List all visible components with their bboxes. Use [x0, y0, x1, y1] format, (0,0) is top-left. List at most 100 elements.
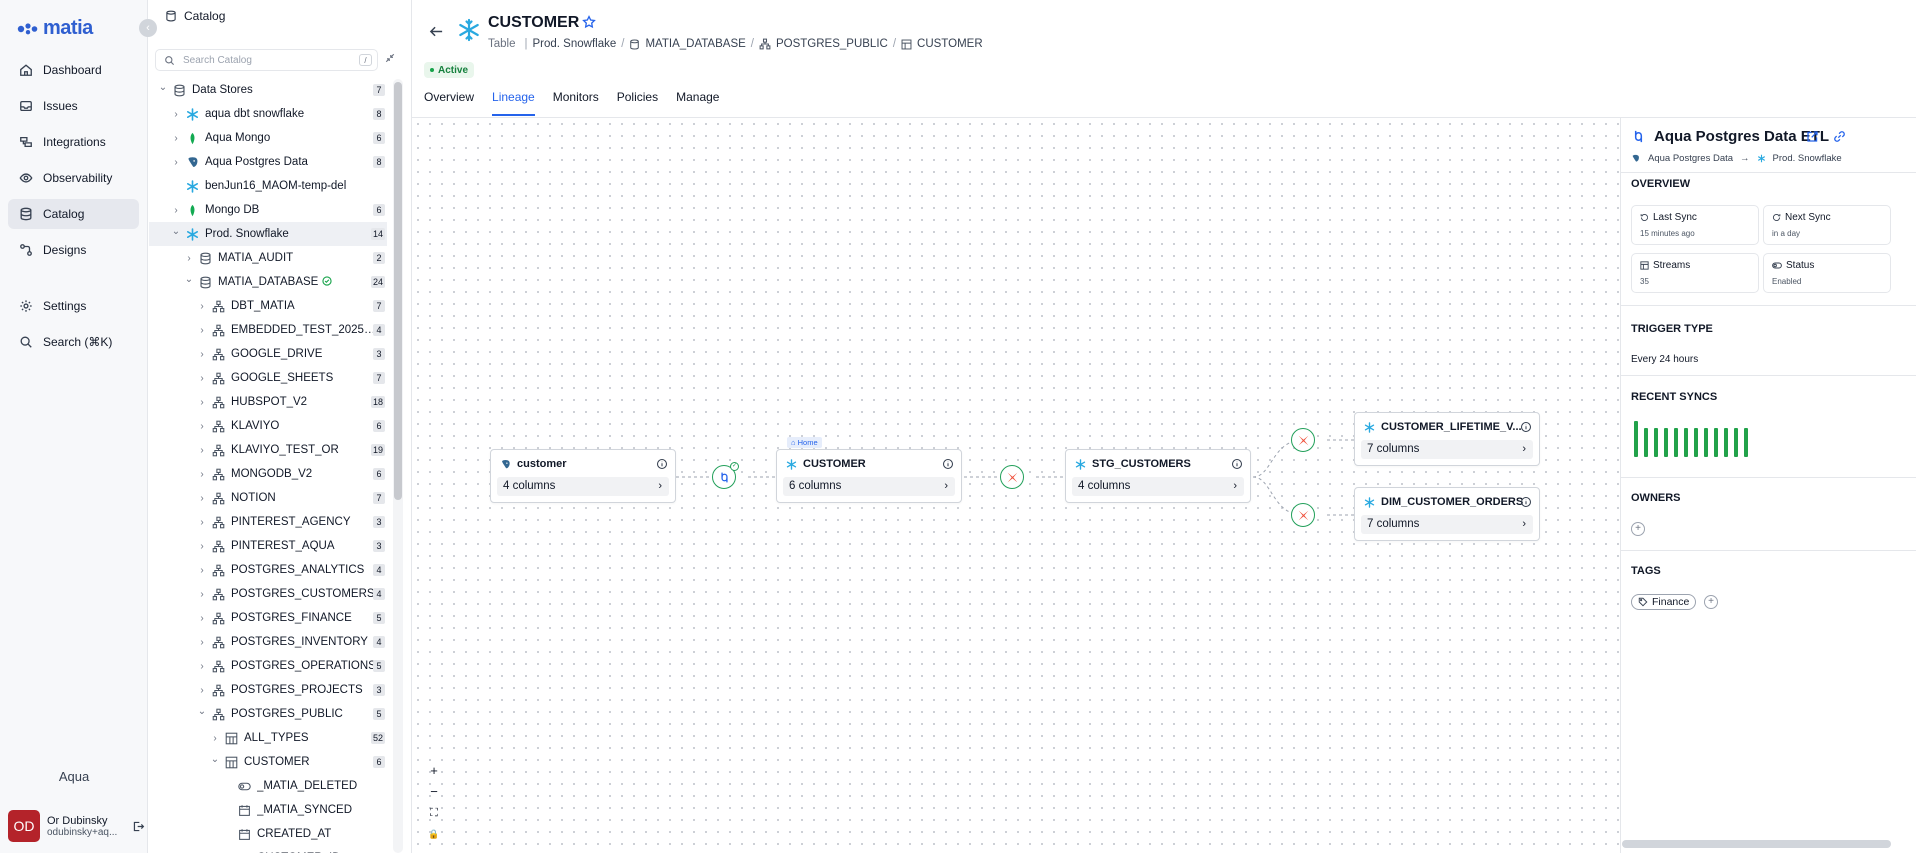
nav-issues[interactable]: Issues [8, 91, 139, 121]
chevron-right-icon[interactable]: › [197, 661, 207, 672]
chevron-right-icon[interactable]: › [197, 373, 207, 384]
chevron-right-icon[interactable]: › [197, 349, 207, 360]
tree-scrollbar[interactable] [393, 79, 403, 853]
tree-item[interactable]: _MATIA_SYNCED [149, 798, 387, 822]
chevron-right-icon[interactable]: › [171, 109, 181, 120]
add-owner-button[interactable]: + [1631, 522, 1645, 536]
chevron-right-icon[interactable]: › [210, 733, 220, 744]
columns-expand-button[interactable]: 4 columns › [497, 477, 669, 496]
sync-bar[interactable] [1744, 428, 1748, 457]
sync-bar[interactable] [1714, 428, 1718, 457]
nav-search[interactable]: Search (⌘K) [8, 327, 139, 357]
tree-item[interactable]: › aqua dbt snowflake 8 [149, 102, 387, 126]
tag-chip[interactable]: Finance [1631, 594, 1697, 610]
chevron-down-icon[interactable]: ⌄ [210, 754, 220, 765]
crumb-database[interactable]: MATIA_DATABASE [645, 38, 745, 50]
tree-item[interactable]: ⌄ Prod. Snowflake 14 [149, 222, 387, 246]
matia-logo[interactable]: matia [17, 17, 93, 40]
lineage-node-customer[interactable]: customer 4 columns › [490, 449, 676, 503]
external-link-icon[interactable] [1806, 130, 1819, 143]
info-icon[interactable] [1231, 458, 1243, 470]
catalog-search[interactable]: / [155, 49, 378, 71]
chevron-right-icon[interactable]: › [171, 133, 181, 144]
link-icon[interactable] [1833, 130, 1846, 143]
tree-item[interactable]: › MATIA_AUDIT 2 [149, 246, 387, 270]
tree-item[interactable]: › PINTEREST_AGENCY 3 [149, 510, 387, 534]
add-tag-button[interactable]: + [1704, 595, 1718, 609]
info-icon[interactable] [656, 458, 668, 470]
tree-item[interactable]: › GOOGLE_DRIVE 3 [149, 342, 387, 366]
sync-bar[interactable] [1634, 421, 1638, 457]
chevron-right-icon[interactable]: › [197, 517, 207, 528]
zoom-out-button[interactable]: − [426, 785, 442, 801]
chevron-right-icon[interactable]: › [171, 205, 181, 216]
chevron-down-icon[interactable]: ⌄ [158, 82, 168, 93]
chevron-down-icon[interactable]: ⌄ [171, 226, 181, 237]
tree-item[interactable]: ⌄ MATIA_DATABASE 24 [149, 270, 387, 294]
columns-expand-button[interactable]: 4 columns › [1072, 477, 1244, 496]
tree-item[interactable]: › POSTGRES_ANALYTICS 4 [149, 558, 387, 582]
crumb-schema[interactable]: POSTGRES_PUBLIC [776, 38, 888, 50]
collapse-sidebar-button[interactable]: ‹ [139, 19, 157, 37]
tree-item[interactable]: ⌄ POSTGRES_PUBLIC 5 [149, 702, 387, 726]
chevron-right-icon[interactable]: › [197, 613, 207, 624]
search-input[interactable] [183, 54, 353, 66]
tree-item[interactable]: › POSTGRES_PROJECTS 3 [149, 678, 387, 702]
workspace-name[interactable]: Aqua [0, 769, 148, 784]
tree-item[interactable]: CUSTOMER_ID [149, 846, 387, 853]
chevron-right-icon[interactable]: › [197, 397, 207, 408]
sync-bar[interactable] [1654, 428, 1658, 457]
tree-item[interactable]: › Mongo DB 6 [149, 198, 387, 222]
lineage-node-customer-home[interactable]: CUSTOMER 6 columns › [776, 449, 962, 503]
sync-bar[interactable] [1684, 428, 1688, 457]
chevron-right-icon[interactable]: › [197, 325, 207, 336]
sync-bar[interactable] [1694, 428, 1698, 457]
chevron-right-icon[interactable]: › [197, 301, 207, 312]
tree-item[interactable]: › Aqua Mongo 6 [149, 126, 387, 150]
tree-item[interactable]: › POSTGRES_OPERATIONS 5 [149, 654, 387, 678]
info-icon[interactable] [1520, 421, 1532, 433]
user-profile[interactable]: OD Or Dubinsky odubinsky+aq... [8, 810, 145, 842]
tab-policies[interactable]: Policies [617, 84, 658, 116]
favorite-star-icon[interactable] [582, 15, 596, 29]
sync-bar[interactable] [1724, 428, 1728, 457]
lock-button[interactable]: 🔒 [426, 827, 442, 843]
tree-item[interactable]: › GOOGLE_SHEETS 7 [149, 366, 387, 390]
nav-integrations[interactable]: Integrations [8, 127, 139, 157]
chevron-right-icon[interactable]: › [197, 589, 207, 600]
tree-item[interactable]: › DBT_MATIA 7 [149, 294, 387, 318]
tree-item[interactable]: ⌄ Data Stores 7 [149, 78, 387, 102]
nav-settings[interactable]: Settings [8, 291, 139, 321]
tab-monitors[interactable]: Monitors [553, 84, 599, 116]
etl-sync-node[interactable]: ✓ [712, 462, 739, 489]
columns-expand-button[interactable]: 7 columns › [1361, 440, 1533, 459]
tree-item[interactable]: _MATIA_DELETED [149, 774, 387, 798]
collapse-all-icon[interactable] [384, 52, 396, 64]
sync-bar[interactable] [1664, 428, 1668, 457]
fit-view-button[interactable]: ⛶ [426, 806, 442, 822]
tree-item[interactable]: › KLAVIYO 6 [149, 414, 387, 438]
tree-item[interactable]: › POSTGRES_CUSTOMERS 4 [149, 582, 387, 606]
tree-scroll-thumb[interactable] [394, 82, 402, 500]
tree-item[interactable]: ⌄ CUSTOMER 6 [149, 750, 387, 774]
columns-expand-button[interactable]: 6 columns › [783, 477, 955, 496]
dbt-transform-node[interactable] [1291, 428, 1315, 452]
chevron-right-icon[interactable]: › [171, 157, 181, 168]
columns-expand-button[interactable]: 7 columns › [1361, 515, 1533, 534]
tree-item[interactable]: › MONGODB_V2 6 [149, 462, 387, 486]
tree-item[interactable]: › KLAVIYO_TEST_OR 19 [149, 438, 387, 462]
tree-item[interactable]: › NOTION 7 [149, 486, 387, 510]
crumb-connection[interactable]: Prod. Snowflake [533, 38, 617, 50]
nav-dashboard[interactable]: Dashboard [8, 55, 139, 85]
lineage-canvas[interactable]: customer 4 columns › ✓ ⌂ Home CUSTOMER 6 … [412, 118, 1620, 853]
tab-manage[interactable]: Manage [676, 84, 719, 116]
dbt-transform-node[interactable] [1000, 465, 1024, 489]
tree-item[interactable]: › HUBSPOT_V2 18 [149, 390, 387, 414]
chevron-right-icon[interactable]: › [184, 253, 194, 264]
tree-item[interactable]: › Aqua Postgres Data 8 [149, 150, 387, 174]
logout-icon[interactable] [132, 820, 145, 833]
tree-item[interactable]: › POSTGRES_INVENTORY 4 [149, 630, 387, 654]
chevron-right-icon[interactable]: › [197, 565, 207, 576]
nav-designs[interactable]: Designs [8, 235, 139, 265]
lineage-node-customer-lifetime[interactable]: CUSTOMER_LIFETIME_V... 7 columns › [1354, 412, 1540, 466]
